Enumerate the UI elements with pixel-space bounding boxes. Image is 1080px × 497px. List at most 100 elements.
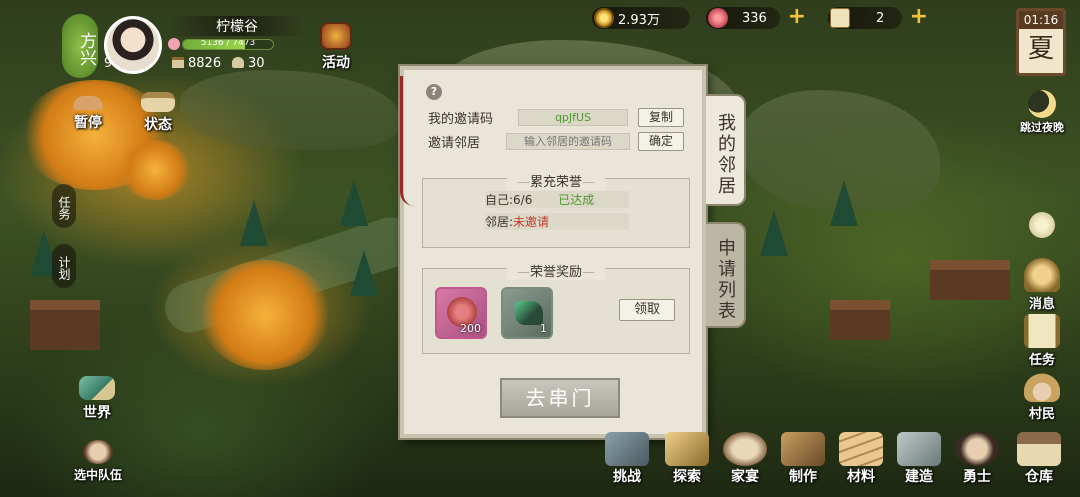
help-icon[interactable]: ?: [426, 84, 442, 100]
clock-time: 01:16: [1019, 11, 1063, 29]
select-team-label: 选中队伍: [73, 468, 122, 482]
neighbor-label: 邻居:: [485, 215, 514, 229]
season-clock: 01:16 夏: [1016, 8, 1066, 76]
task-tab[interactable]: 任务: [52, 184, 76, 228]
reward-title: 荣誉奖励: [506, 261, 606, 280]
tab-my-neighbors[interactable]: 我的邻居: [706, 94, 746, 206]
mountain-icon: [79, 376, 115, 400]
dock-label: 制作: [789, 469, 817, 485]
reward-medal[interactable]: 200: [435, 287, 487, 339]
reward-jade-stone[interactable]: 1: [501, 287, 553, 339]
confirm-button[interactable]: 确定: [638, 132, 684, 151]
straw-hat-icon: [1024, 368, 1060, 402]
red-ribbon-decoration: [400, 76, 414, 206]
select-team-button[interactable]: 选中队伍: [66, 440, 130, 483]
dock-label: 材料: [847, 469, 875, 485]
status-button[interactable]: 状态: [136, 92, 180, 134]
person-icon: [232, 57, 244, 68]
neighbor-panel: ? 我的邀请码 qpJfUS 复制 邀请邻居 确定 累充荣誉 自己:6/6 已达…: [400, 66, 706, 438]
gem-icon: [708, 8, 728, 28]
dock-label: 建造: [905, 469, 933, 485]
skip-night-button[interactable]: 跳过夜晚: [1012, 90, 1072, 135]
neighbor-status: 未邀请: [513, 215, 550, 229]
status-label: 状态: [144, 117, 172, 133]
dock-challenge-button[interactable]: 挑战: [598, 432, 656, 486]
visit-neighbor-button[interactable]: 去串门: [500, 378, 620, 418]
honor-title: 累充荣誉: [506, 171, 606, 190]
reward-box: 荣誉奖励 200 1 领取: [422, 261, 690, 354]
add-gems-button[interactable]: +: [788, 6, 806, 28]
dock-warehouse-button[interactable]: 仓库: [1010, 432, 1068, 486]
tab-apply-list[interactable]: 申请列表: [706, 222, 746, 328]
player-level: 9: [104, 56, 113, 71]
feast-icon: [723, 432, 767, 466]
dock-explore-button[interactable]: 探索: [658, 432, 716, 486]
season-label: 夏: [1027, 34, 1054, 64]
avatar[interactable]: [104, 16, 162, 74]
dock-label: 探索: [673, 469, 701, 485]
reward-count: 200: [460, 322, 481, 335]
claim-button[interactable]: 领取: [619, 299, 675, 321]
pause-label: 暂停: [74, 115, 102, 131]
health-bar: 5136 / 7473: [182, 39, 274, 50]
challenge-icon: [605, 432, 649, 466]
copy-button[interactable]: 复制: [638, 108, 684, 127]
bell-icon: [1024, 258, 1060, 292]
messages-button[interactable]: 消息: [1012, 258, 1072, 312]
self-progress: 自己:6/6 已达成: [485, 191, 629, 208]
ticket-icon: [830, 8, 850, 28]
explore-icon: [665, 432, 709, 466]
world-button[interactable]: 世界: [74, 376, 120, 422]
pause-button[interactable]: 暂停: [66, 96, 110, 132]
self-status: 已达成: [558, 193, 595, 207]
my-code-field: qpJfUS: [518, 109, 628, 126]
materials-icon: [839, 432, 883, 466]
dock-label: 仓库: [1025, 469, 1053, 485]
dock-build-button[interactable]: 建造: [890, 432, 948, 486]
villagers-button[interactable]: 村民: [1012, 368, 1072, 422]
player-card[interactable]: 方兴 9 柠檬谷 5136 / 7473 8826 30: [62, 12, 302, 78]
dock-materials-button[interactable]: 材料: [832, 432, 890, 486]
dock-label: 勇士: [963, 469, 991, 485]
ticket-value: 2: [876, 10, 885, 26]
flower-menu-button[interactable]: [1012, 210, 1072, 241]
dock-craft-button[interactable]: 制作: [774, 432, 832, 486]
health-text: 5136 / 7473: [200, 39, 256, 48]
prosperity-value: 8826: [188, 56, 222, 71]
dock-warrior-button[interactable]: 勇士: [948, 432, 1006, 486]
flower-icon: [1027, 210, 1057, 240]
add-tickets-button[interactable]: +: [910, 6, 928, 28]
peach-icon: [168, 38, 180, 50]
village-badge[interactable]: 方兴: [62, 14, 98, 78]
jade-stone-icon: [515, 301, 543, 325]
tasks-button[interactable]: 任务: [1012, 314, 1072, 368]
invite-code-input[interactable]: [506, 133, 630, 150]
villagers-label: 村民: [1028, 407, 1055, 422]
population-value: 30: [248, 56, 265, 71]
coin-icon: [594, 8, 614, 28]
mushroom-icon: [73, 96, 103, 110]
plan-tab[interactable]: 计划: [52, 244, 76, 288]
self-label: 自己:6/6: [485, 193, 533, 207]
honor-title-text: 累充荣誉: [529, 175, 583, 190]
prosperity-stat: 8826: [172, 56, 221, 71]
activity-label: 活动: [322, 55, 350, 71]
scroll-icon: [1024, 314, 1060, 348]
craft-icon: [781, 432, 825, 466]
population-stat: 30: [232, 56, 265, 71]
activity-button[interactable]: 活动: [312, 22, 360, 72]
coin-counter: 2.93万: [592, 7, 690, 29]
house-status-icon: [141, 92, 175, 112]
warehouse-icon: [1017, 432, 1061, 466]
world-label: 世界: [83, 405, 111, 421]
gem-counter: 336 +: [706, 6, 806, 29]
tasks-label: 任务: [1028, 353, 1055, 368]
honor-box: 累充荣誉 自己:6/6 已达成 邻居:未邀请: [422, 171, 690, 248]
dock-feast-button[interactable]: 家宴: [716, 432, 774, 486]
coin-value: 2.93万: [618, 12, 660, 28]
house-icon: [172, 57, 184, 68]
warrior-icon: [955, 432, 999, 466]
messages-label: 消息: [1028, 297, 1055, 312]
reward-title-text: 荣誉奖励: [529, 265, 583, 280]
invite-label: 邀请邻居: [428, 136, 481, 151]
